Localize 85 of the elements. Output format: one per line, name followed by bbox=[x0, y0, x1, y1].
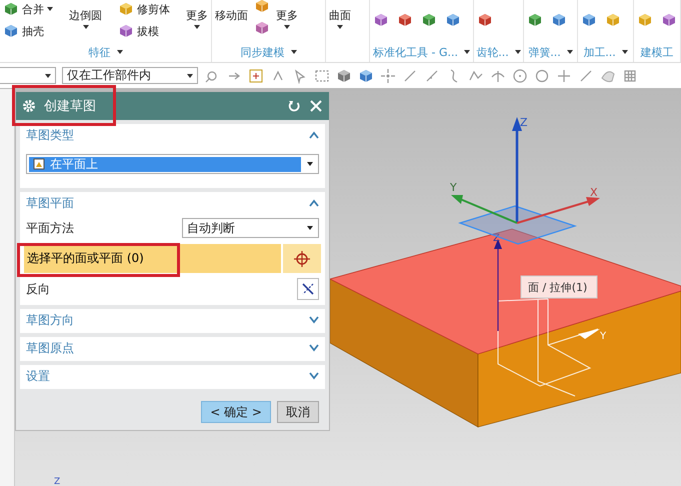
close-icon bbox=[309, 99, 323, 113]
field-label: 平面方法 bbox=[26, 220, 74, 236]
axis-label: Y bbox=[600, 331, 606, 342]
plus-icon bbox=[556, 68, 572, 84]
axis-label: Z bbox=[493, 233, 500, 244]
ribbon-command[interactable]: 边倒圆 bbox=[69, 8, 102, 29]
cube-icon bbox=[605, 12, 621, 28]
line-icon bbox=[424, 68, 440, 84]
y-axis-arrow bbox=[451, 195, 518, 224]
scope-filter-dropdown[interactable]: 仅在工作部件内 bbox=[62, 67, 198, 84]
ribbon-command[interactable]: 拔模 bbox=[118, 23, 170, 39]
selection-field[interactable]: 选择平的面或平面 (0) bbox=[24, 244, 281, 273]
circle-icon bbox=[512, 68, 528, 84]
cube-icon bbox=[421, 12, 437, 28]
cube-icon bbox=[3, 23, 19, 39]
caret-icon[interactable] bbox=[622, 50, 628, 54]
cube-icon bbox=[527, 12, 543, 28]
crosshair-button[interactable] bbox=[283, 244, 321, 273]
cancel-button[interactable]: 取消 bbox=[277, 401, 319, 423]
pointer-icon bbox=[292, 68, 308, 84]
axis-label: X bbox=[590, 186, 598, 199]
axis-label: Y bbox=[450, 181, 457, 194]
plane-icon bbox=[33, 158, 45, 170]
group-label: 特征 bbox=[88, 44, 110, 60]
group-label: 齿轮... bbox=[476, 44, 509, 60]
axis-label: Z bbox=[520, 116, 528, 129]
caret-icon[interactable] bbox=[194, 25, 200, 29]
cube-icon bbox=[637, 12, 653, 28]
caret-icon[interactable] bbox=[187, 74, 193, 78]
group-label: 同步建模 bbox=[240, 44, 284, 60]
caret-icon[interactable] bbox=[337, 25, 343, 29]
reset-icon bbox=[287, 99, 301, 113]
reverse-direction-button[interactable] bbox=[297, 278, 319, 300]
group-label: 建模工 bbox=[640, 44, 674, 60]
cube-icon bbox=[661, 12, 677, 28]
cube-icon bbox=[445, 12, 461, 28]
cube-icon bbox=[477, 12, 493, 28]
swap-arrows-icon bbox=[301, 282, 315, 296]
ribbon-command[interactable]: 修剪体 bbox=[118, 1, 170, 17]
point-icon bbox=[380, 68, 396, 84]
cube-icon bbox=[581, 12, 597, 28]
section-header[interactable]: 草图类型 bbox=[26, 126, 319, 144]
ribbon-command[interactable]: 曲面 bbox=[329, 8, 351, 29]
grid-icon bbox=[622, 68, 638, 84]
section-header[interactable]: 草图平面 bbox=[26, 194, 319, 212]
caret-icon[interactable] bbox=[47, 7, 53, 11]
line-icon bbox=[402, 68, 418, 84]
caret-icon[interactable] bbox=[284, 25, 290, 29]
cube-icon bbox=[373, 12, 389, 28]
selection-box-icon bbox=[314, 68, 330, 84]
group-label: 加工... bbox=[583, 44, 616, 60]
caret-icon[interactable] bbox=[566, 50, 573, 54]
ribbon-command[interactable]: 移动面 bbox=[215, 8, 248, 25]
ribbon-command[interactable]: 更多 bbox=[276, 8, 298, 29]
caret-icon[interactable] bbox=[290, 50, 296, 54]
cube-icon bbox=[336, 68, 352, 84]
dialog-title: 创建草图 bbox=[44, 98, 97, 115]
plane-method-dropdown[interactable]: 自动判断 bbox=[182, 218, 319, 238]
cube-icon bbox=[118, 23, 134, 39]
caret-icon[interactable] bbox=[514, 50, 521, 54]
caret-icon[interactable] bbox=[45, 74, 51, 78]
circle-icon bbox=[534, 68, 550, 84]
cube-icon bbox=[358, 68, 374, 84]
gear-icon bbox=[22, 99, 36, 113]
cube-icon bbox=[551, 12, 567, 28]
caret-icon[interactable] bbox=[307, 226, 313, 230]
axis-label: Z bbox=[54, 477, 60, 486]
cube-icon bbox=[254, 20, 270, 36]
ribbon-command[interactable]: 抽壳 bbox=[3, 23, 53, 39]
caret-icon[interactable] bbox=[82, 25, 88, 29]
ok-button[interactable]: < 确定 > bbox=[201, 401, 271, 423]
plus-icon bbox=[248, 68, 264, 84]
caret-icon[interactable] bbox=[116, 50, 122, 54]
line-icon bbox=[578, 68, 594, 84]
ribbon-command[interactable]: 合并 bbox=[3, 1, 53, 17]
cube-icon bbox=[397, 12, 413, 28]
caret-icon[interactable] bbox=[464, 50, 470, 54]
caret-icon[interactable] bbox=[307, 162, 313, 166]
ribbon-command[interactable]: 更多 bbox=[186, 8, 208, 29]
group-label: 标准化工具 - G... bbox=[373, 44, 458, 60]
field-label: 反向 bbox=[26, 280, 50, 298]
tooltip-text: 面 / 拉伸(1) bbox=[528, 281, 588, 294]
plane-icon bbox=[458, 205, 577, 245]
crosshair-icon bbox=[294, 250, 310, 266]
group-label: 弹簧... bbox=[528, 44, 561, 60]
